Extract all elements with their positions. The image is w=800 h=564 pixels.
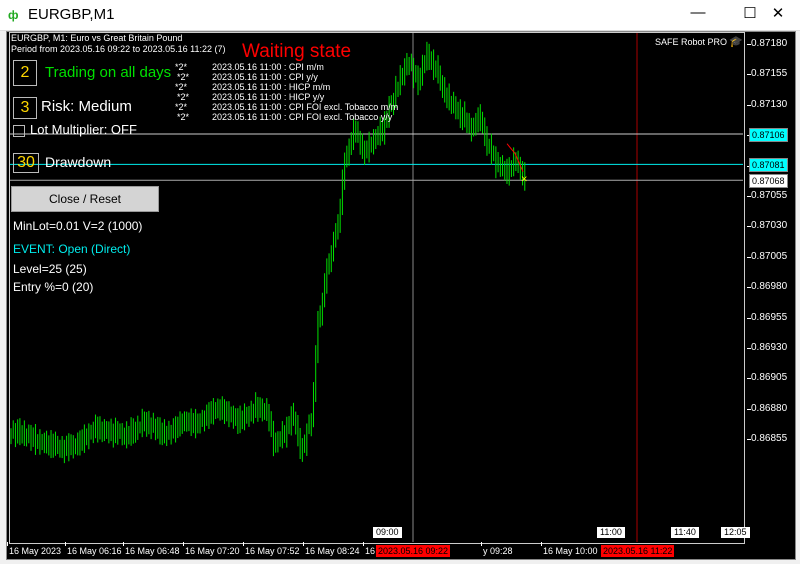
news-item: 2023.05.16 11:00 : CPI FOI excl. Tobacco…	[212, 112, 393, 122]
news-item: 2023.05.16 11:00 : HICP y/y	[212, 92, 325, 102]
entry-info: Entry %=0 (20)	[13, 280, 94, 294]
window-title: EURGBP,M1	[28, 6, 115, 23]
time-tick: 16 May 10:00	[541, 542, 598, 556]
period-time-tag: 2023.05.16 11:22	[601, 545, 675, 557]
drawdown-label: Drawdown	[45, 154, 112, 170]
event-info: EVENT: Open (Direct)	[13, 242, 131, 256]
maximize-button[interactable]: ☐	[738, 4, 762, 22]
risk-box[interactable]: 3	[13, 97, 37, 119]
graduation-cap-icon: 🎓	[729, 36, 743, 48]
level-price-tag: 0.87068	[749, 174, 788, 189]
time-mark: 11:40	[671, 527, 699, 538]
news-mark: *2*	[177, 72, 190, 82]
time-tick: y 09:28	[481, 542, 513, 556]
time-tick: 16	[362, 542, 376, 556]
price-tick: 0.86855	[746, 433, 788, 445]
drawdown-box[interactable]: 30	[13, 153, 39, 173]
time-mark: 11:00	[597, 527, 625, 538]
news-item: 2023.05.16 11:00 : CPI FOI excl. Tobacco…	[212, 102, 399, 112]
risk-label: Risk: Medium	[41, 98, 132, 115]
news-item: 2023.05.16 11:00 : HICP m/m	[212, 82, 331, 92]
price-tick: 0.87180	[746, 38, 788, 49]
time-tick: 16 May 06:48	[123, 542, 180, 556]
close-button[interactable]: ✕	[766, 4, 790, 22]
minimize-button[interactable]: —	[686, 4, 710, 21]
robot-name: SAFE Robot PRO	[655, 37, 728, 47]
price-tick: 0.86905	[746, 372, 788, 384]
news-mark: *2*	[175, 62, 188, 72]
time-mark: 12:05	[721, 527, 750, 538]
price-tick: 0.87055	[746, 190, 788, 201]
time-tick: 16 May 07:20	[183, 542, 240, 556]
price-tick: 0.87130	[746, 98, 788, 110]
news-item: 2023.05.16 11:00 : CPI m/m	[212, 62, 324, 72]
price-tick: 0.86955	[746, 311, 788, 323]
title-bar: ф EURGBP,M1 — ☐ ✕	[0, 0, 800, 31]
news-mark: *2*	[177, 112, 190, 122]
period-time-tag: 2023.05.16 09:22	[376, 545, 451, 557]
news-mark: *2*	[177, 92, 190, 102]
news-mark: *2*	[175, 102, 188, 112]
lot-multiplier-label: Lot Multiplier: OFF	[30, 122, 137, 137]
level-info: Level=25 (25)	[13, 262, 87, 276]
trading-days-box[interactable]: 2	[13, 60, 37, 86]
symbol-info: EURGBP, M1: Euro vs Great Britain Pound	[11, 33, 183, 43]
level-price-tag: 0.87081	[749, 158, 788, 173]
price-chart[interactable]: × EURGBP, M1: Euro vs Great Britain Poun…	[6, 31, 796, 560]
trading-days-label: Trading on all days	[45, 64, 172, 81]
news-item: 2023.05.16 11:00 : CPI y/y	[212, 72, 318, 82]
time-tick: 16 May 2023	[6, 542, 62, 556]
price-tick: 0.87155	[746, 68, 788, 80]
price-tick: 0.86980	[746, 281, 788, 293]
close-reset-button[interactable]: Close / Reset	[11, 186, 159, 212]
level-price-tag: 0.87106	[749, 127, 788, 142]
price-tick: 0.86880	[746, 402, 788, 414]
state-label: Waiting state	[242, 41, 352, 62]
price-tick: 0.87005	[746, 250, 788, 262]
period-info: Period from 2023.05.16 09:22 to 2023.05.…	[11, 44, 226, 54]
minlot-info: MinLot=0.01 V=2 (1000)	[13, 219, 143, 233]
time-tick: 16 May 07:52	[243, 542, 300, 556]
news-mark: *2*	[175, 82, 188, 92]
price-tick: 0.86930	[746, 342, 788, 353]
time-mark: 09:00	[373, 527, 402, 538]
entry-cross-icon: ×	[521, 174, 527, 186]
candlestick-icon: ф	[8, 8, 19, 22]
price-tick: 0.87030	[746, 220, 788, 232]
lot-multiplier-checkbox[interactable]	[13, 125, 25, 137]
time-tick: 16 May 08:24	[303, 542, 360, 556]
time-tick: 16 May 06:16	[65, 542, 122, 556]
